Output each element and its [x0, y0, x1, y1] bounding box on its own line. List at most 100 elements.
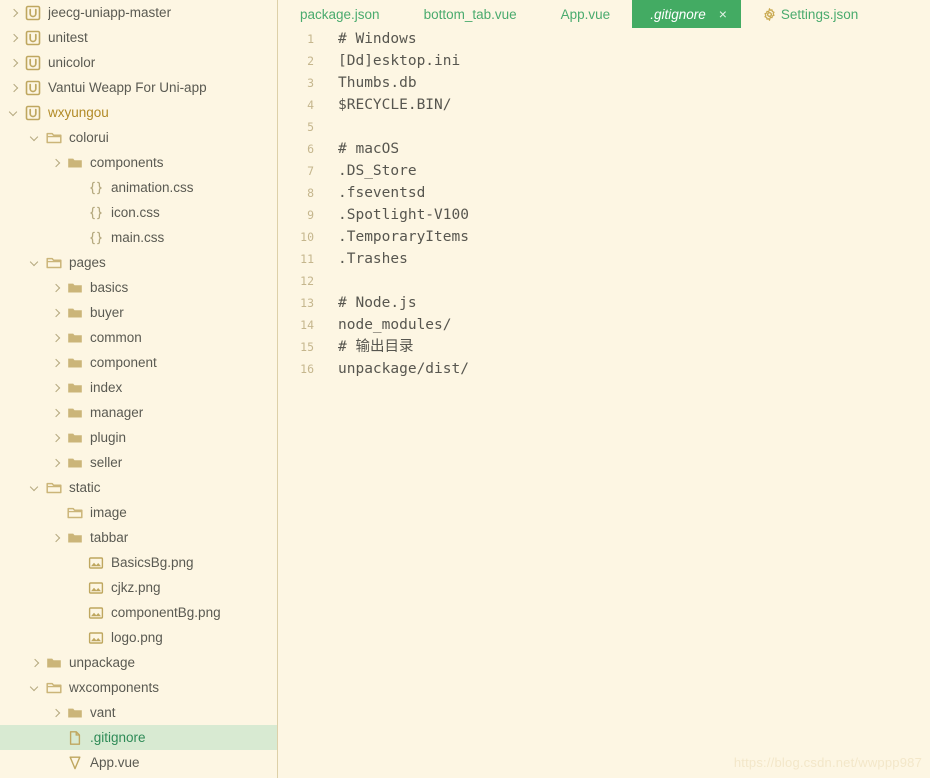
chevron-right-icon[interactable]: [50, 531, 63, 544]
tree-item-main-css[interactable]: main.css: [0, 225, 277, 250]
chevron-right-icon[interactable]: [8, 56, 21, 69]
code-line[interactable]: 8 .fseventsd: [278, 182, 930, 204]
tree-item-wxyungou[interactable]: wxyungou: [0, 100, 277, 125]
code-line[interactable]: 14 node_modules/: [278, 314, 930, 336]
tree-item-label: icon.css: [111, 205, 160, 220]
plain-file-icon: [66, 729, 83, 746]
tree-item-logo-png[interactable]: logo.png: [0, 625, 277, 650]
tree-item-index[interactable]: index: [0, 375, 277, 400]
chevron-right-icon[interactable]: [50, 406, 63, 419]
tree-item-jeecg-uniapp-master[interactable]: jeecg-uniapp-master: [0, 0, 277, 25]
tree-item-label: plugin: [90, 430, 127, 445]
tree-item-unitest[interactable]: unitest: [0, 25, 277, 50]
chevron-right-icon[interactable]: [50, 356, 63, 369]
chevron-right-icon[interactable]: [8, 6, 21, 19]
folder-icon: [45, 654, 62, 671]
code-line[interactable]: 4 $RECYCLE.BIN/: [278, 94, 930, 116]
code-line[interactable]: 15 # 输出目录: [278, 336, 930, 358]
editor-tab-bottom-tab-vue[interactable]: bottom_tab.vue: [402, 0, 539, 28]
chevron-right-icon[interactable]: [50, 706, 63, 719]
tree-item-cjkz-png[interactable]: cjkz.png: [0, 575, 277, 600]
code-line[interactable]: 1 # Windows: [278, 28, 930, 50]
tree-item-icon-css[interactable]: icon.css: [0, 200, 277, 225]
tree-item-image[interactable]: image: [0, 500, 277, 525]
code-line[interactable]: 12: [278, 270, 930, 292]
chevron-right-icon[interactable]: [50, 281, 63, 294]
tree-item-plugin[interactable]: plugin: [0, 425, 277, 450]
chevron-down-icon[interactable]: [29, 131, 42, 144]
tree-item-basics[interactable]: basics: [0, 275, 277, 300]
line-number: 2: [307, 54, 314, 68]
code-line[interactable]: 3 Thumbs.db: [278, 72, 930, 94]
tree-item-static[interactable]: static: [0, 475, 277, 500]
chevron-right-icon[interactable]: [50, 456, 63, 469]
line-number: 9: [307, 208, 314, 222]
chevron-right-icon[interactable]: [50, 156, 63, 169]
image-file-icon: [87, 629, 104, 646]
chevron-right-icon[interactable]: [50, 381, 63, 394]
tree-item-buyer[interactable]: buyer: [0, 300, 277, 325]
chevron-down-icon[interactable]: [29, 481, 42, 494]
code-line[interactable]: 6 # macOS: [278, 138, 930, 160]
tree-item-app-vue[interactable]: App.vue: [0, 750, 277, 775]
line-number: 14: [300, 318, 314, 332]
code-line[interactable]: 9 .Spotlight-V100: [278, 204, 930, 226]
editor-tab-gitignore[interactable]: .gitignore ×: [632, 0, 741, 28]
tree-item-seller[interactable]: seller: [0, 450, 277, 475]
tree-item-label: animation.css: [111, 180, 194, 195]
code-line[interactable]: 16 unpackage/dist/: [278, 358, 930, 380]
chevron-right-icon[interactable]: [50, 431, 63, 444]
tree-item-components[interactable]: components: [0, 150, 277, 175]
tree-item-tabbar[interactable]: tabbar: [0, 525, 277, 550]
editor-tab-label: Settings.json: [780, 6, 859, 22]
tree-item-common[interactable]: common: [0, 325, 277, 350]
tree-item-unpackage[interactable]: unpackage: [0, 650, 277, 675]
chevron-right-icon[interactable]: [8, 81, 21, 94]
chevron-right-icon[interactable]: [50, 331, 63, 344]
close-icon[interactable]: ×: [719, 7, 727, 21]
tree-item-pages[interactable]: pages: [0, 250, 277, 275]
code-lines[interactable]: 1 # Windows 2 [Dd]esktop.ini 3 Thumbs.db 4 $REC…: [278, 28, 930, 380]
code-line[interactable]: 5: [278, 116, 930, 138]
line-text: [Dd]esktop.ini: [338, 53, 461, 69]
tree-item-unicolor[interactable]: unicolor: [0, 50, 277, 75]
folder-open-icon: [45, 129, 62, 146]
file-tree[interactable]: jeecg-uniapp-master unitest unicolor Vantui…: [0, 0, 277, 775]
code-line[interactable]: 2 [Dd]esktop.ini: [278, 50, 930, 72]
tree-item-vantui-weapp-for-uni-app[interactable]: Vantui Weapp For Uni-app: [0, 75, 277, 100]
code-line[interactable]: 7 .DS_Store: [278, 160, 930, 182]
tree-item-vant[interactable]: vant: [0, 700, 277, 725]
editor-area: package.json bottom_tab.vue App.vue .gitign…: [278, 0, 930, 778]
folder-icon: [66, 454, 83, 471]
tree-item-manager[interactable]: manager: [0, 400, 277, 425]
folder-icon: [66, 704, 83, 721]
chevron-right-icon[interactable]: [50, 306, 63, 319]
tree-item-component[interactable]: component: [0, 350, 277, 375]
line-text: .DS_Store: [338, 163, 417, 179]
tree-item-animation-css[interactable]: animation.css: [0, 175, 277, 200]
tree-item-label: index: [90, 380, 123, 395]
code-line[interactable]: 13 # Node.js: [278, 292, 930, 314]
folder-icon: [66, 329, 83, 346]
editor-tab-package-json[interactable]: package.json: [278, 0, 402, 28]
code-editor[interactable]: 1 # Windows 2 [Dd]esktop.ini 3 Thumbs.db 4 $REC…: [278, 28, 930, 778]
chevron-right-icon[interactable]: [29, 656, 42, 669]
chevron-right-icon[interactable]: [8, 31, 21, 44]
tree-item-basicsbg-png[interactable]: BasicsBg.png: [0, 550, 277, 575]
tree-item-componentbg-png[interactable]: componentBg.png: [0, 600, 277, 625]
editor-tab-settings-json[interactable]: Settings.json: [741, 0, 880, 28]
line-text: unpackage/dist/: [338, 361, 469, 377]
code-line[interactable]: 10 .TemporaryItems: [278, 226, 930, 248]
tree-item-gitignore[interactable]: .gitignore: [0, 725, 277, 750]
image-file-icon: [87, 554, 104, 571]
editor-tab-app-vue[interactable]: App.vue: [539, 0, 633, 28]
chevron-down-icon[interactable]: [29, 681, 42, 694]
project-explorer-panel[interactable]: jeecg-uniapp-master unitest unicolor Vantui…: [0, 0, 278, 778]
chevron-down-icon[interactable]: [29, 256, 42, 269]
chevron-down-icon[interactable]: [8, 106, 21, 119]
tree-item-wxcomponents[interactable]: wxcomponents: [0, 675, 277, 700]
tree-item-colorui[interactable]: colorui: [0, 125, 277, 150]
editor-tabbar[interactable]: package.json bottom_tab.vue App.vue .gitign…: [278, 0, 930, 28]
code-line[interactable]: 11 .Trashes: [278, 248, 930, 270]
